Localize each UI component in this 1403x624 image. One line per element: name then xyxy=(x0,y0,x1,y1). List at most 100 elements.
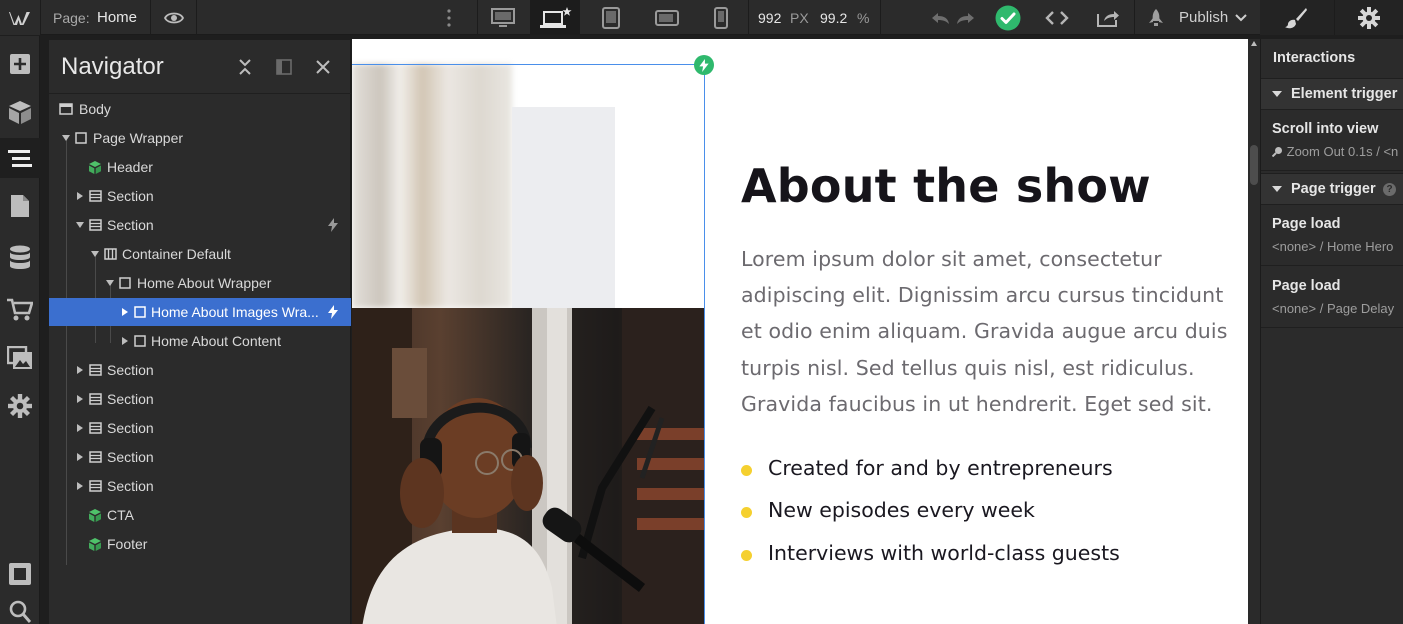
container-icon xyxy=(103,247,117,261)
trigger-title: Page load xyxy=(1272,216,1341,232)
tablet-icon[interactable] xyxy=(586,0,636,35)
search-icon[interactable] xyxy=(0,592,40,624)
trigger-subtitle: <none> / Page Delay xyxy=(1272,301,1395,316)
more-vertical-icon[interactable] xyxy=(440,0,458,35)
caret-right-icon[interactable] xyxy=(120,336,130,346)
tree-item-footer[interactable]: Footer xyxy=(49,530,351,558)
pages-icon[interactable] xyxy=(0,186,40,226)
section-icon xyxy=(88,218,102,232)
cube-icon[interactable] xyxy=(0,92,40,132)
add-icon[interactable] xyxy=(0,44,40,84)
dock-panel-icon[interactable] xyxy=(273,56,295,78)
navigator-icon[interactable] xyxy=(0,138,40,178)
div-block-icon xyxy=(74,131,88,145)
trigger-title: Scroll into view xyxy=(1272,121,1379,137)
publish-button[interactable]: Publish xyxy=(1179,0,1228,35)
interaction-lightning-icon[interactable] xyxy=(694,55,714,75)
tree-item-header[interactable]: Header xyxy=(49,153,351,181)
tree-item-section[interactable]: Section xyxy=(49,472,351,500)
chevron-down-icon[interactable] xyxy=(1234,0,1248,35)
tree-item-section[interactable]: Section xyxy=(49,211,351,239)
collapse-all-icon[interactable] xyxy=(234,56,256,78)
caret-right-icon[interactable] xyxy=(75,423,85,433)
undo-icon[interactable] xyxy=(930,0,952,35)
laptop-star-icon[interactable] xyxy=(530,0,580,35)
scroll-into-view-trigger[interactable]: Scroll into view Zoom Out 0.1s / <n xyxy=(1261,111,1403,171)
caret-right-icon[interactable] xyxy=(75,452,85,462)
section-icon xyxy=(88,421,102,435)
tree-item-home-about-wrapper[interactable]: Home About Wrapper xyxy=(49,269,351,297)
caret-down-icon[interactable] xyxy=(90,249,100,259)
tree-item-section[interactable]: Section xyxy=(49,385,351,413)
caret-down-icon[interactable] xyxy=(105,278,115,288)
page-selector[interactable]: Home xyxy=(97,0,137,35)
scrollbar-thumb[interactable] xyxy=(1250,145,1258,185)
interactions-panel: Interactions Element trigger Scroll into… xyxy=(1260,39,1403,624)
about-paragraph[interactable]: Lorem ipsum dolor sit amet, consectetur … xyxy=(741,241,1231,422)
list-item-text: New episodes every week xyxy=(768,498,1035,522)
rocket-icon[interactable] xyxy=(1145,0,1167,35)
page-trigger-header[interactable]: Page trigger ? xyxy=(1261,173,1403,205)
settings-icon[interactable] xyxy=(0,386,40,426)
interactions-title: Interactions xyxy=(1273,50,1356,66)
design-canvas[interactable]: About the show Lorem ipsum dolor sit ame… xyxy=(352,39,1248,624)
tree-item-section[interactable]: Section xyxy=(49,443,351,471)
section-icon xyxy=(88,189,102,203)
about-heading[interactable]: About the show xyxy=(741,159,1151,213)
bullet-dot-icon xyxy=(741,507,752,518)
tree-item-home-about-images-wrapper[interactable]: Home About Images Wra... xyxy=(49,298,351,326)
tree-item-label: Header xyxy=(107,159,153,175)
assets-icon[interactable] xyxy=(0,338,40,378)
gear-icon[interactable] xyxy=(1356,0,1382,35)
tree-item-label: Section xyxy=(107,217,154,233)
section-icon xyxy=(88,363,102,377)
brush-icon[interactable] xyxy=(1282,0,1310,35)
export-icon[interactable] xyxy=(1094,0,1122,35)
zoom-value[interactable]: 99.2 xyxy=(820,0,847,35)
trigger-title: Page load xyxy=(1272,278,1341,294)
close-icon[interactable] xyxy=(312,56,334,78)
canvas-width-value[interactable]: 992 xyxy=(758,0,781,35)
caret-right-icon[interactable] xyxy=(120,307,130,317)
code-icon[interactable] xyxy=(1042,0,1072,35)
caret-right-icon[interactable] xyxy=(75,394,85,404)
redo-icon[interactable] xyxy=(954,0,976,35)
tree-item-body[interactable]: Body xyxy=(49,95,351,123)
tree-item-container[interactable]: Container Default xyxy=(49,240,351,268)
section-icon xyxy=(88,450,102,464)
mobile-icon[interactable] xyxy=(696,0,746,35)
caret-down-icon[interactable] xyxy=(61,133,71,143)
caret-right-icon[interactable] xyxy=(75,481,85,491)
tablet-landscape-icon[interactable] xyxy=(642,0,692,35)
tree-item-home-about-content[interactable]: Home About Content xyxy=(49,327,351,355)
cms-icon[interactable] xyxy=(0,238,40,278)
ecommerce-icon[interactable] xyxy=(0,290,40,330)
tree-item-label: Home About Content xyxy=(151,333,281,349)
preview-icon[interactable] xyxy=(0,554,40,594)
caret-right-icon[interactable] xyxy=(75,191,85,201)
tree-item-page-wrapper[interactable]: Page Wrapper xyxy=(49,124,351,152)
tree-item-label: Section xyxy=(107,478,154,494)
page-load-trigger[interactable]: Page load <none> / Home Hero xyxy=(1261,206,1403,266)
element-trigger-header[interactable]: Element trigger xyxy=(1261,78,1403,110)
tree-item-label: Footer xyxy=(107,536,148,552)
top-toolbar: Page: Home 992 PX 99.2 % Publish xyxy=(0,0,1403,35)
help-icon[interactable]: ? xyxy=(1383,183,1396,196)
tree-item-section[interactable]: Section xyxy=(49,356,351,384)
tree-item-cta[interactable]: CTA xyxy=(49,501,351,529)
scroll-up-icon[interactable] xyxy=(1251,41,1257,46)
caret-right-icon[interactable] xyxy=(75,365,85,375)
div-block-icon xyxy=(133,305,147,319)
check-circle-icon[interactable] xyxy=(994,0,1022,35)
tree-item-section[interactable]: Section xyxy=(49,182,351,210)
canvas-scrollbar[interactable] xyxy=(1248,39,1260,624)
caret-down-icon[interactable] xyxy=(75,220,85,230)
eye-icon[interactable] xyxy=(160,0,188,35)
triangle-down-icon xyxy=(1272,91,1282,97)
page-load-trigger[interactable]: Page load <none> / Page Delay xyxy=(1261,268,1403,328)
body-icon xyxy=(59,102,73,116)
webflow-logo-icon[interactable] xyxy=(0,0,40,35)
desktop-icon[interactable] xyxy=(478,0,528,35)
canvas-width-unit: PX xyxy=(790,9,809,26)
tree-item-section[interactable]: Section xyxy=(49,414,351,442)
